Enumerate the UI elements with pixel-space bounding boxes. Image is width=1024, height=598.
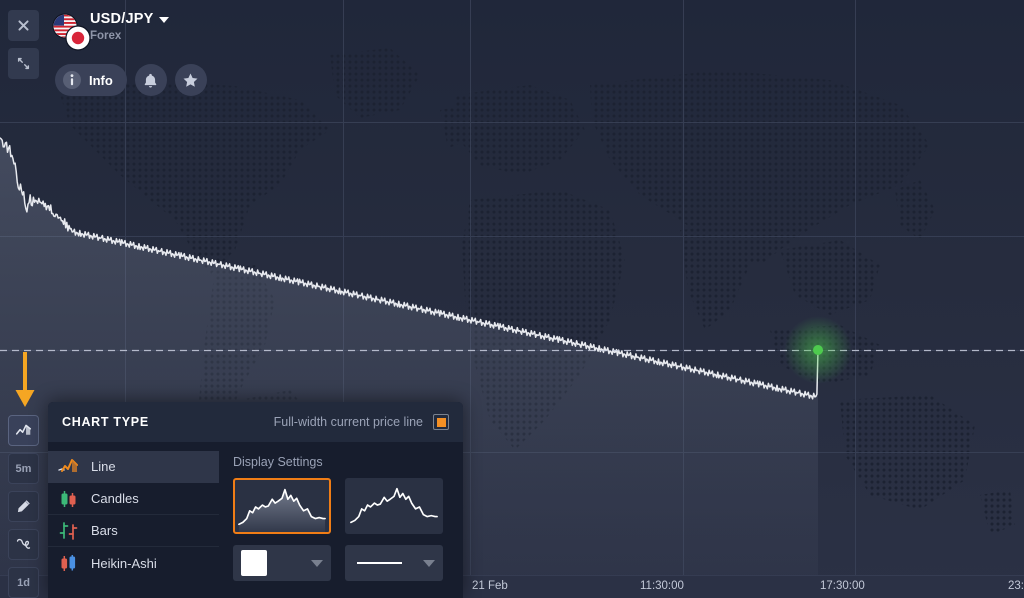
fullwidth-price-line-toggle[interactable]: Full-width current price line bbox=[274, 414, 449, 430]
chart-type-option-line[interactable]: Line bbox=[48, 451, 219, 483]
info-button[interactable]: Info bbox=[55, 64, 127, 96]
candles-icon bbox=[61, 490, 76, 507]
chart-type-panel-body: Line Candles Bars Heikin-Ashi Display Se… bbox=[48, 442, 463, 598]
chart-type-option-candles[interactable]: Candles bbox=[48, 483, 219, 515]
chevron-down-icon bbox=[423, 559, 435, 567]
star-icon bbox=[183, 73, 198, 87]
chart-type-list: Line Candles Bars Heikin-Ashi bbox=[48, 442, 219, 598]
display-dropdowns bbox=[233, 545, 463, 581]
wave-indicator-icon bbox=[16, 538, 31, 549]
panel-title: CHART TYPE bbox=[62, 415, 149, 429]
favorite-button[interactable] bbox=[174, 64, 207, 96]
x-axis-tick: 21 Feb bbox=[472, 580, 508, 592]
line-style-dropdown[interactable] bbox=[345, 545, 443, 581]
display-style-options bbox=[233, 478, 463, 534]
pair-name-label: USD/JPY bbox=[90, 11, 154, 27]
checkbox-icon[interactable] bbox=[433, 414, 449, 430]
bars-icon bbox=[59, 521, 78, 540]
info-icon bbox=[63, 71, 81, 89]
instrument-actions: Info bbox=[55, 64, 207, 96]
chart-type-label: Bars bbox=[91, 523, 118, 538]
line-style-sample bbox=[357, 562, 402, 564]
chart-type-option-heikin-ashi[interactable]: Heikin-Ashi bbox=[48, 547, 219, 579]
line-color-dropdown[interactable] bbox=[233, 545, 331, 581]
chart-type-panel-header: CHART TYPE Full-width current price line bbox=[48, 402, 463, 442]
display-settings-title: Display Settings bbox=[233, 455, 323, 469]
chart-type-panel: CHART TYPE Full-width current price line… bbox=[48, 402, 463, 598]
fullwidth-price-line-label: Full-width current price line bbox=[273, 415, 423, 429]
alert-button[interactable] bbox=[134, 64, 167, 96]
line-chart-icon bbox=[15, 424, 32, 435]
period-label: 1d bbox=[17, 576, 30, 589]
chevron-down-icon bbox=[311, 559, 323, 567]
x-axis-tick: 23: bbox=[1008, 580, 1024, 592]
style-option-line-only[interactable] bbox=[345, 478, 443, 534]
heikin-ashi-icon bbox=[61, 555, 76, 571]
chevron-down-icon bbox=[159, 17, 170, 23]
chart-type-label: Candles bbox=[91, 491, 139, 506]
chart-type-option-bars[interactable]: Bars bbox=[48, 515, 219, 547]
info-button-label: Info bbox=[89, 72, 113, 88]
bell-icon bbox=[145, 73, 157, 88]
pointer-arrow-annotation bbox=[15, 352, 35, 407]
timeframe-button[interactable]: 5m bbox=[8, 453, 39, 484]
chart-type-button[interactable] bbox=[8, 415, 39, 446]
chart-type-label: Heikin-Ashi bbox=[91, 555, 157, 571]
display-settings: Display Settings bbox=[219, 442, 463, 598]
line-chart-preview-icon bbox=[350, 487, 438, 524]
close-icon bbox=[18, 20, 29, 31]
style-option-area-fill[interactable] bbox=[233, 478, 331, 534]
pair-type-label: Forex bbox=[90, 30, 122, 42]
pair-name[interactable]: USD/JPY bbox=[90, 11, 170, 27]
timeframe-label: 5m bbox=[15, 462, 32, 475]
japan-flag-icon bbox=[65, 25, 91, 51]
close-button[interactable] bbox=[8, 10, 39, 41]
period-button[interactable]: 1d bbox=[8, 567, 39, 598]
line-chart-icon bbox=[58, 458, 78, 472]
chart-tool-rail: 5m 1d bbox=[8, 415, 39, 598]
x-axis-tick: 17:30:00 bbox=[820, 580, 865, 592]
pencil-icon bbox=[17, 500, 30, 513]
color-swatch bbox=[241, 550, 267, 576]
x-axis-tick: 11:30:00 bbox=[640, 580, 684, 592]
area-chart-preview-icon bbox=[238, 488, 326, 532]
flag-pair bbox=[52, 13, 91, 51]
indicators-button[interactable] bbox=[8, 529, 39, 560]
collapse-arrows-icon bbox=[17, 57, 30, 70]
collapse-button[interactable] bbox=[8, 48, 39, 79]
draw-button[interactable] bbox=[8, 491, 39, 522]
chart-type-label: Line bbox=[91, 459, 116, 474]
